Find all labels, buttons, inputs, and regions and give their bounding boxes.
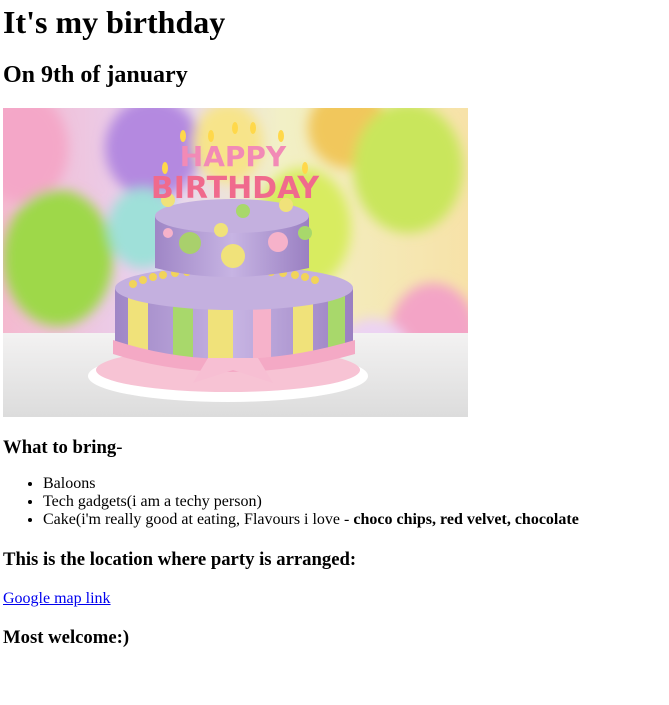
what-to-bring-heading: What to bring- [3,437,123,458]
party-date: On 9th of january [3,62,188,88]
candle-text-birthday: BIRTHDAY [151,171,321,206]
bring-list: Baloons Tech gadgets(i am a techy person… [3,475,666,529]
list-item: Tech gadgets(i am a techy person) [43,493,666,511]
welcome-message: Most welcome:) [3,627,130,648]
candle-text-happy: HAPPY [180,140,287,173]
list-item: Cake(i'm really good at eating, Flavours… [43,511,666,529]
location-heading: This is the location where party is arra… [3,549,357,570]
birthday-cake-image: HAPPY BIRTHDAY [3,108,468,417]
page-title: It's my birthday [3,4,226,40]
google-map-link[interactable]: Google map link [3,590,111,608]
list-item: Baloons [43,475,666,493]
page: It's my birthday On 9th of january HAPPY… [0,0,669,649]
favorite-flavours: choco chips, red velvet, chocolate [353,511,579,528]
